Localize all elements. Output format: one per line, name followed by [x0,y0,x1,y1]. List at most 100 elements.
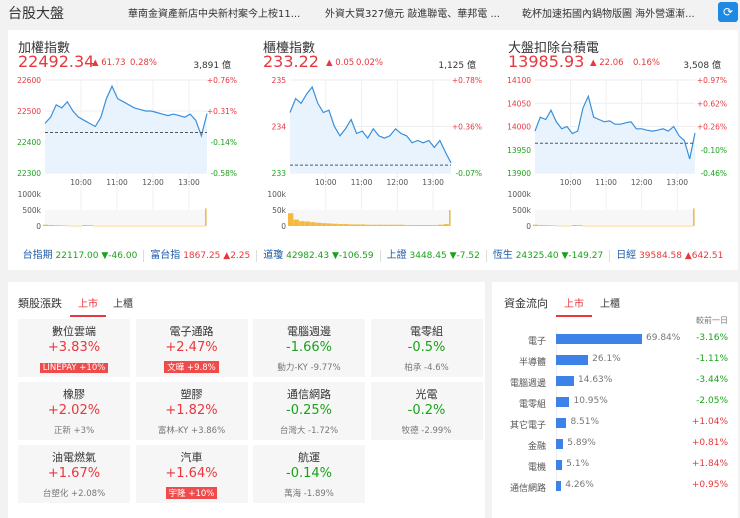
flow-share: 14.63% [578,375,613,385]
volume-bar [93,225,99,227]
index-panel: 加權指數 22492.34 ▲ 61.73 0.28% 3,891 億 22600… [8,30,738,270]
sector-top-stock[interactable]: 文曄 +9.8% [164,361,219,373]
sector-panel: 類股漲跌 上市 上櫃 數位雲端 +3.83% LINEPAY +10% 電子通路 … [8,282,485,518]
index-card[interactable]: 加權指數 22492.34 ▲ 61.73 0.28% 3,891 億 22600… [8,30,243,240]
ticker-change: ▼-7.52 [449,251,480,261]
flow-bar [556,481,562,491]
ticker-name: 台指期 [22,250,53,261]
price-area [45,86,207,173]
sector-top-stock[interactable]: 富林-KY +3.86% [155,424,228,436]
sector-card[interactable]: 汽車 +1.64% 宇隆 +10% [135,445,248,503]
sector-name: 通信網路 [287,388,331,401]
ticker-item[interactable]: 道瓊 42982.43 ▼-106.59 [257,250,381,262]
flow-bar [556,439,564,449]
news-link[interactable]: 外資大買327億元 敲進聯電、華邦電 ... [325,5,505,20]
pct-tick-label: +0.31% [207,107,237,116]
news-link[interactable]: 華南金資產新店中央新村案今上桉11... [128,5,308,20]
volume-bar [387,224,394,226]
volume-bar [371,224,377,226]
flow-sector-name: 其它電子 [509,421,546,431]
flow-sector-name: 電子 [527,337,546,347]
volume-bar [615,225,622,227]
ticker-value: 3448.45 [409,251,447,261]
volume-bar [410,225,416,226]
ticker-change: ▼-149.27 [561,251,604,261]
flow-change: +0.95% [691,480,728,490]
price-area [290,87,451,173]
sector-top-stock[interactable]: 台塑化 +2.08% [40,487,108,499]
volume-bar [132,225,138,227]
volume-bar [393,224,399,226]
sector-top-stock[interactable]: 萬海 -1.89% [281,487,337,499]
sector-card[interactable]: 通信網路 -0.25% 台灣大 -1.72% [253,382,365,440]
flow-bar [556,397,570,407]
flow-bar [556,376,574,386]
volume-tick-label: 0 [281,222,286,230]
flow-sector-name: 電零組 [518,400,546,410]
sector-name: 油電燃氣 [52,451,96,464]
index-card[interactable]: 大盤扣除台積電 13985.93 ▲ 22.06 0.16% 3,508 億 14… [498,30,733,240]
header: 台股大盤 華南金資產新店中央新村案今上桉11... 外資大買327億元 敲進聯電… [0,0,740,26]
ticker-item[interactable]: 恆生 24325.40 ▼-149.27 [487,250,611,262]
index-percent: 0.02% [356,58,384,68]
sector-top-stock[interactable]: LINEPAY +10% [39,363,109,373]
sector-card[interactable]: 橡膠 +2.02% 正新 +3% [18,382,130,440]
sector-card[interactable]: 電子通路 +2.47% 文曄 +9.8% [135,319,248,377]
sector-name: 電腦週邊 [287,325,331,338]
volume-bar [188,225,194,227]
pct-tick-label: +0.78% [452,76,482,85]
fund-flow-panel: 資金流向 上市 上櫃 較前一日 電子 69.84% -3.16% 半導體 26.1… [492,282,738,518]
ticker-item[interactable]: 日經 39584.58 ▲642.51 [610,250,729,262]
sector-top-stock[interactable]: 柏承 -4.6% [401,361,451,373]
ticker-item[interactable]: 台指期 22117.00 ▼-46.00 [17,250,145,262]
sector-card[interactable]: 塑膠 +1.82% 富林-KY +3.86% [135,382,248,440]
volume-tick-label: 0 [36,222,41,230]
volume-bar [693,208,695,226]
sector-card[interactable]: 油電燃氣 +1.67% 台塑化 +2.08% [18,445,130,503]
flow-sector-name: 電腦週邊 [509,379,546,389]
tab-otc[interactable]: 上櫃 [600,295,620,310]
x-tick-label: 10:00 [70,178,92,187]
volume-bar [321,223,327,226]
fund-flow-row: 電機 5.1% +1.84% [492,455,738,476]
ticker-change: ▼-46.00 [101,251,138,261]
volume-bar [437,224,444,226]
tab-otc[interactable]: 上櫃 [113,295,133,310]
sector-change: +2.02% [47,403,101,418]
sector-top-stock[interactable]: 牧德 -2.99% [399,424,455,436]
volume-bar [293,219,299,226]
sector-card[interactable]: 數位雲端 +3.83% LINEPAY +10% [18,319,130,377]
tab-listed[interactable]: 上市 [70,295,106,317]
sector-card[interactable]: 光電 -0.2% 牧德 -2.99% [370,382,483,440]
sector-change: -0.2% [407,403,446,418]
fund-flow-row: 通信網路 4.26% +0.95% [492,476,738,497]
volume-bar [143,225,149,227]
sector-change: +3.83% [47,340,101,355]
sector-top-stock[interactable]: 宇隆 +10% [165,487,218,499]
ticker-item[interactable]: 富台指 1867.25 ▲2.25 [144,250,258,262]
index-card[interactable]: 櫃檯指數 233.22 ▲ 0.05 0.02% 1,125 億 235 +0.78… [253,30,488,240]
column-label: 較前一日 [696,316,728,325]
sector-card[interactable]: 航運 -0.14% 萬海 -1.89% [253,445,365,503]
volume-bar [177,225,183,227]
x-tick-label: 11:00 [595,178,617,187]
volume-bar [654,225,660,227]
volume-bar [566,225,572,227]
sector-top-stock[interactable]: 正新 +3% [51,424,97,436]
sector-card[interactable]: 電零組 -0.5% 柏承 -4.6% [370,319,483,377]
x-tick-label: 13:00 [666,178,688,187]
sector-name: 電零組 [410,325,443,338]
volume-bar [577,225,583,226]
sector-top-stock[interactable]: 台灣大 -1.72% [277,424,341,436]
flow-change: +1.04% [691,417,728,427]
sector-change: +1.67% [47,466,101,481]
volume-bar [538,225,544,226]
volume-bar [121,225,127,227]
sector-top-stock[interactable]: 動力-KY -9.77% [274,361,343,373]
refresh-icon[interactable]: ⟳ [718,2,738,22]
news-link[interactable]: 乾杯加速拓國內鍋物版圖 海外營運漸... [522,5,702,20]
sector-card[interactable]: 電腦週邊 -1.66% 動力-KY -9.77% [253,319,365,377]
x-tick-label: 13:00 [422,178,444,187]
ticker-item[interactable]: 上證 3448.45 ▼-7.52 [381,250,487,262]
tab-listed[interactable]: 上市 [556,295,592,317]
